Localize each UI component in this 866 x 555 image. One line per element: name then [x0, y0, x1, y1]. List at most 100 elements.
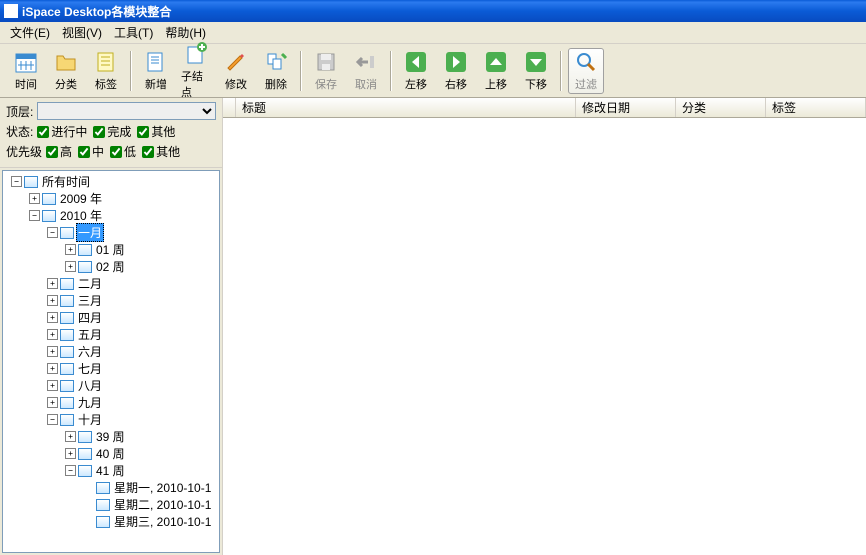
- expander-icon[interactable]: +: [47, 380, 58, 391]
- tree-label[interactable]: 41 周: [94, 462, 127, 479]
- tree-label[interactable]: 01 周: [94, 241, 127, 258]
- moveup-button[interactable]: 上移: [478, 48, 514, 94]
- tag-button[interactable]: 标签: [88, 48, 124, 94]
- calendar-node-icon: [78, 465, 92, 477]
- movedown-label: 下移: [525, 76, 547, 92]
- arrow-left-icon: [404, 50, 428, 74]
- tree-label[interactable]: 五月: [76, 326, 104, 343]
- tree-item-jun[interactable]: + 六月: [5, 343, 217, 360]
- menu-file[interactable]: 文件(E): [4, 22, 56, 43]
- new-button[interactable]: 新增: [138, 48, 174, 94]
- status-inprogress-checkbox[interactable]: [37, 126, 49, 138]
- tree-label[interactable]: 星期三, 2010-10-1: [112, 513, 213, 530]
- tree-label[interactable]: 所有时间: [40, 173, 92, 190]
- moveright-button[interactable]: 右移: [438, 48, 474, 94]
- list-header-title[interactable]: 标题: [236, 98, 576, 117]
- category-button[interactable]: 分类: [48, 48, 84, 94]
- menu-help[interactable]: 帮助(H): [159, 22, 212, 43]
- tree-item-day3[interactable]: 星期三, 2010-10-1: [5, 513, 217, 530]
- tree-item-aug[interactable]: + 八月: [5, 377, 217, 394]
- expander-icon[interactable]: +: [47, 278, 58, 289]
- tree-label[interactable]: 星期一, 2010-10-1: [112, 479, 213, 496]
- movedown-button[interactable]: 下移: [518, 48, 554, 94]
- tree-item-w01[interactable]: +01 周: [5, 241, 217, 258]
- tree-label[interactable]: 40 周: [94, 445, 127, 462]
- priority-high-checkbox[interactable]: [46, 146, 58, 158]
- tree-item-jul[interactable]: + 七月: [5, 360, 217, 377]
- expander-icon[interactable]: +: [47, 363, 58, 374]
- expander-icon[interactable]: +: [29, 193, 40, 204]
- expander-icon[interactable]: +: [65, 431, 76, 442]
- delete-button[interactable]: 删除: [258, 48, 294, 94]
- tree-label[interactable]: 八月: [76, 377, 104, 394]
- tree-label[interactable]: 二月: [76, 275, 104, 292]
- tree-item-feb[interactable]: + 二月: [5, 275, 217, 292]
- tree-item-root[interactable]: − 所有时间: [5, 173, 217, 190]
- expander-icon[interactable]: −: [47, 414, 58, 425]
- tree-label[interactable]: 三月: [76, 292, 104, 309]
- tree-item-day1[interactable]: 星期一, 2010-10-1: [5, 479, 217, 496]
- tree-item-may[interactable]: + 五月: [5, 326, 217, 343]
- tree-item-mar[interactable]: + 三月: [5, 292, 217, 309]
- list-header-spacer[interactable]: [223, 98, 236, 117]
- filter-button[interactable]: 过滤: [568, 48, 604, 94]
- priority-high-label: 高: [60, 143, 72, 160]
- moveup-label: 上移: [485, 76, 507, 92]
- list-header-tag[interactable]: 标签: [766, 98, 866, 117]
- expander-icon[interactable]: +: [47, 329, 58, 340]
- status-other-checkbox[interactable]: [137, 126, 149, 138]
- menu-tool[interactable]: 工具(T): [108, 22, 159, 43]
- expander-icon[interactable]: +: [65, 261, 76, 272]
- tree-label[interactable]: 2009 年: [58, 190, 104, 207]
- tree-item-y2009[interactable]: +2009 年: [5, 190, 217, 207]
- priority-mid-checkbox[interactable]: [78, 146, 90, 158]
- moveleft-button[interactable]: 左移: [398, 48, 434, 94]
- tree-item-w39[interactable]: +39 周: [5, 428, 217, 445]
- tree-label[interactable]: 02 周: [94, 258, 127, 275]
- save-button[interactable]: 保存: [308, 48, 344, 94]
- expander-icon[interactable]: +: [47, 346, 58, 357]
- calendar-node-icon: [60, 278, 74, 290]
- expander-icon[interactable]: +: [47, 312, 58, 323]
- expander-icon[interactable]: +: [65, 244, 76, 255]
- expander-icon[interactable]: +: [65, 448, 76, 459]
- tree-label[interactable]: 十月: [76, 411, 104, 428]
- tree-label[interactable]: 2010 年: [58, 207, 104, 224]
- tree-item-sep[interactable]: + 九月: [5, 394, 217, 411]
- tree-label[interactable]: 六月: [76, 343, 104, 360]
- priority-other-checkbox[interactable]: [142, 146, 154, 158]
- expander-icon[interactable]: +: [47, 295, 58, 306]
- tree-item-w41[interactable]: − 41 周: [5, 462, 217, 479]
- status-done-checkbox[interactable]: [93, 126, 105, 138]
- tree-item-w02[interactable]: +02 周: [5, 258, 217, 275]
- expander-icon[interactable]: +: [47, 397, 58, 408]
- subnode-button[interactable]: 子结点: [178, 48, 214, 94]
- tree-view[interactable]: −所有时间+2009 年−2010 年−一月+01 周+02 周+二月+三月+四…: [2, 170, 220, 553]
- tree-item-w40[interactable]: +40 周: [5, 445, 217, 462]
- tree-item-oct[interactable]: − 十月: [5, 411, 217, 428]
- expander-icon[interactable]: −: [11, 176, 22, 187]
- tree-item-y2010[interactable]: − 2010 年: [5, 207, 217, 224]
- list-header-category[interactable]: 分类: [676, 98, 766, 117]
- expander-icon[interactable]: −: [29, 210, 40, 221]
- cancel-button[interactable]: 取消: [348, 48, 384, 94]
- tree-item-apr[interactable]: + 四月: [5, 309, 217, 326]
- list-header-modified[interactable]: 修改日期: [576, 98, 676, 117]
- tree-item-day2[interactable]: 星期二, 2010-10-1: [5, 496, 217, 513]
- moveright-label: 右移: [445, 76, 467, 92]
- tree-label[interactable]: 九月: [76, 394, 104, 411]
- tree-label[interactable]: 七月: [76, 360, 104, 377]
- tree-label[interactable]: 一月: [76, 223, 104, 242]
- level-select[interactable]: [37, 102, 216, 120]
- expander-icon[interactable]: −: [65, 465, 76, 476]
- priority-low-checkbox[interactable]: [110, 146, 122, 158]
- expander-icon[interactable]: −: [47, 227, 58, 238]
- tree-label[interactable]: 39 周: [94, 428, 127, 445]
- calendar-node-icon: [60, 227, 74, 239]
- time-button[interactable]: 时间: [8, 48, 44, 94]
- modify-button[interactable]: 修改: [218, 48, 254, 94]
- tree-label[interactable]: 星期二, 2010-10-1: [112, 496, 213, 513]
- tree-item-jan[interactable]: − 一月: [5, 224, 217, 241]
- tree-label[interactable]: 四月: [76, 309, 104, 326]
- menu-view[interactable]: 视图(V): [56, 22, 108, 43]
